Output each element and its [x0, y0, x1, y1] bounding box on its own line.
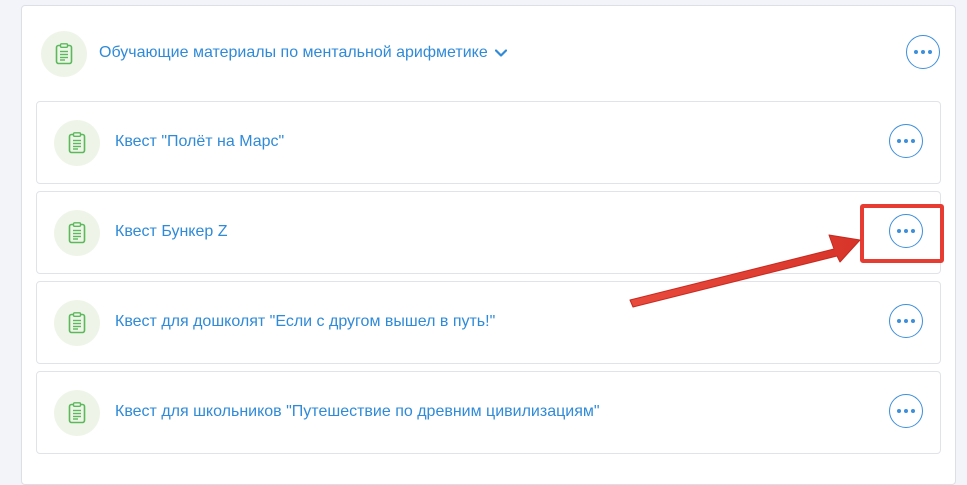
- clipboard-icon: [54, 300, 100, 346]
- clipboard-icon: [54, 120, 100, 166]
- clipboard-icon: [54, 390, 100, 436]
- item-more-button[interactable]: [889, 394, 923, 428]
- item-title-link[interactable]: Квест для дошколят "Если с другом вышел …: [115, 313, 495, 331]
- folder-more-button[interactable]: [906, 35, 940, 69]
- more-horizontal-icon: [897, 229, 901, 233]
- folder-title: Обучающие материалы по ментальной арифме…: [99, 44, 488, 61]
- folder-title-toggle[interactable]: Обучающие материалы по ментальной арифме…: [99, 44, 507, 62]
- item-more-button[interactable]: [889, 124, 923, 158]
- item-title-link[interactable]: Квест Бункер Z: [115, 223, 228, 241]
- item-more-button[interactable]: [889, 304, 923, 338]
- folder-header: Обучающие материалы по ментальной арифме…: [22, 6, 955, 101]
- item-title-link[interactable]: Квест "Полёт на Марс": [115, 133, 284, 151]
- more-horizontal-icon: [897, 409, 901, 413]
- list-item: Квест Бункер Z: [36, 191, 941, 274]
- item-more-button[interactable]: [889, 214, 923, 248]
- more-horizontal-icon: [897, 319, 901, 323]
- item-title-link[interactable]: Квест для школьников "Путешествие по дре…: [115, 403, 600, 421]
- clipboard-icon: [41, 31, 87, 77]
- list-item: Квест "Полёт на Марс": [36, 101, 941, 184]
- more-horizontal-icon: [914, 50, 918, 54]
- list-item: Квест для школьников "Путешествие по дре…: [36, 371, 941, 454]
- list-item: Квест для дошколят "Если с другом вышел …: [36, 281, 941, 364]
- clipboard-icon: [54, 210, 100, 256]
- more-horizontal-icon: [897, 139, 901, 143]
- chevron-down-icon: [494, 44, 507, 62]
- materials-panel: Обучающие материалы по ментальной арифме…: [21, 5, 956, 485]
